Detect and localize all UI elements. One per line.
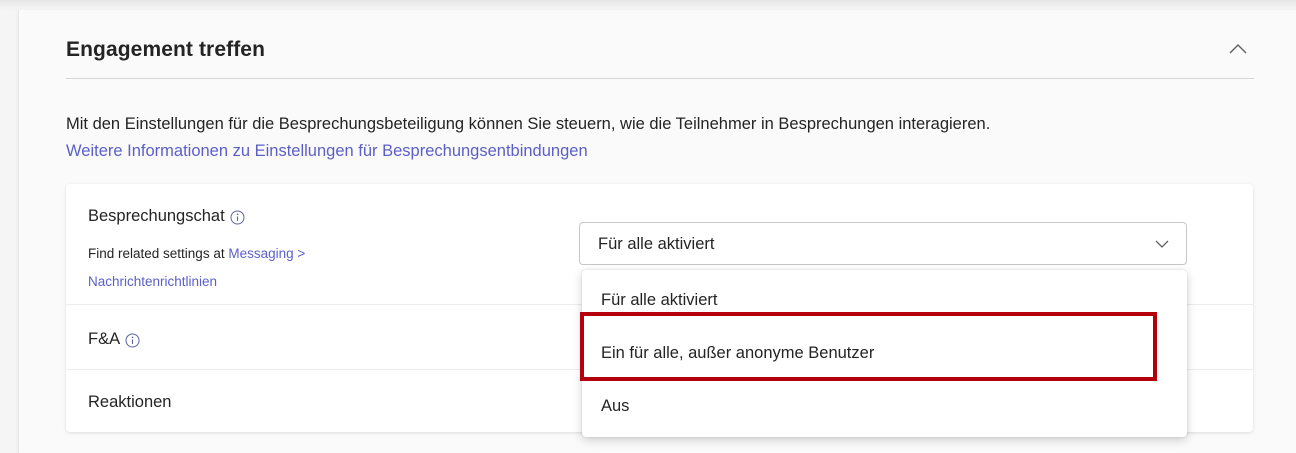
dropdown-option-text: Ein für alle, außer anonyme Benutzer bbox=[601, 344, 875, 362]
dropdown-option-text: Für alle aktiviert bbox=[601, 291, 718, 309]
title-divider bbox=[66, 78, 1254, 79]
qa-label: F&A bbox=[88, 330, 140, 349]
dropdown-option[interactable]: Ein für alle, außer anonyme Benutzer bbox=[582, 331, 1187, 375]
meeting-chat-label-text: Besprechungschat bbox=[88, 207, 225, 225]
page: Engagement treffen Mit den Einstellungen… bbox=[0, 0, 1296, 453]
info-icon[interactable] bbox=[125, 333, 140, 348]
meeting-chat-label: Besprechungschat bbox=[88, 207, 245, 226]
related-settings-link-line: Nachrichtenrichtlinien bbox=[88, 274, 217, 289]
messaging-policies-link[interactable]: Nachrichtenrichtlinien bbox=[88, 274, 217, 289]
qa-label-text: F&A bbox=[88, 330, 121, 348]
top-shadow bbox=[0, 0, 1296, 10]
dropdown-options-list: Für alle aktiviert Ein für alle, außer a… bbox=[582, 270, 1187, 437]
info-icon[interactable] bbox=[230, 210, 245, 225]
meeting-chat-dropdown[interactable]: Für alle aktiviert bbox=[579, 222, 1187, 265]
reactions-label-text: Reaktionen bbox=[88, 393, 172, 411]
chevron-down-icon bbox=[1155, 240, 1169, 248]
section-description: Mit den Einstellungen für die Besprechun… bbox=[66, 115, 991, 133]
dropdown-option[interactable]: Aus bbox=[582, 384, 1187, 428]
section-title: Engagement treffen bbox=[66, 38, 265, 61]
reactions-label: Reaktionen bbox=[88, 393, 171, 412]
chevron-up-icon[interactable] bbox=[1227, 40, 1249, 58]
dropdown-selected-value: Für alle aktiviert bbox=[598, 235, 715, 253]
dropdown-option[interactable]: Für alle aktiviert bbox=[582, 278, 1187, 322]
related-settings-text: Find related settings at Messaging > bbox=[88, 246, 305, 261]
dropdown-option-text: Aus bbox=[601, 397, 630, 415]
messaging-link[interactable]: Messaging > bbox=[228, 246, 305, 261]
related-settings-prefix: Find related settings at bbox=[88, 246, 229, 261]
learn-more-link[interactable]: Weitere Informationen zu Einstellungen f… bbox=[66, 142, 588, 161]
